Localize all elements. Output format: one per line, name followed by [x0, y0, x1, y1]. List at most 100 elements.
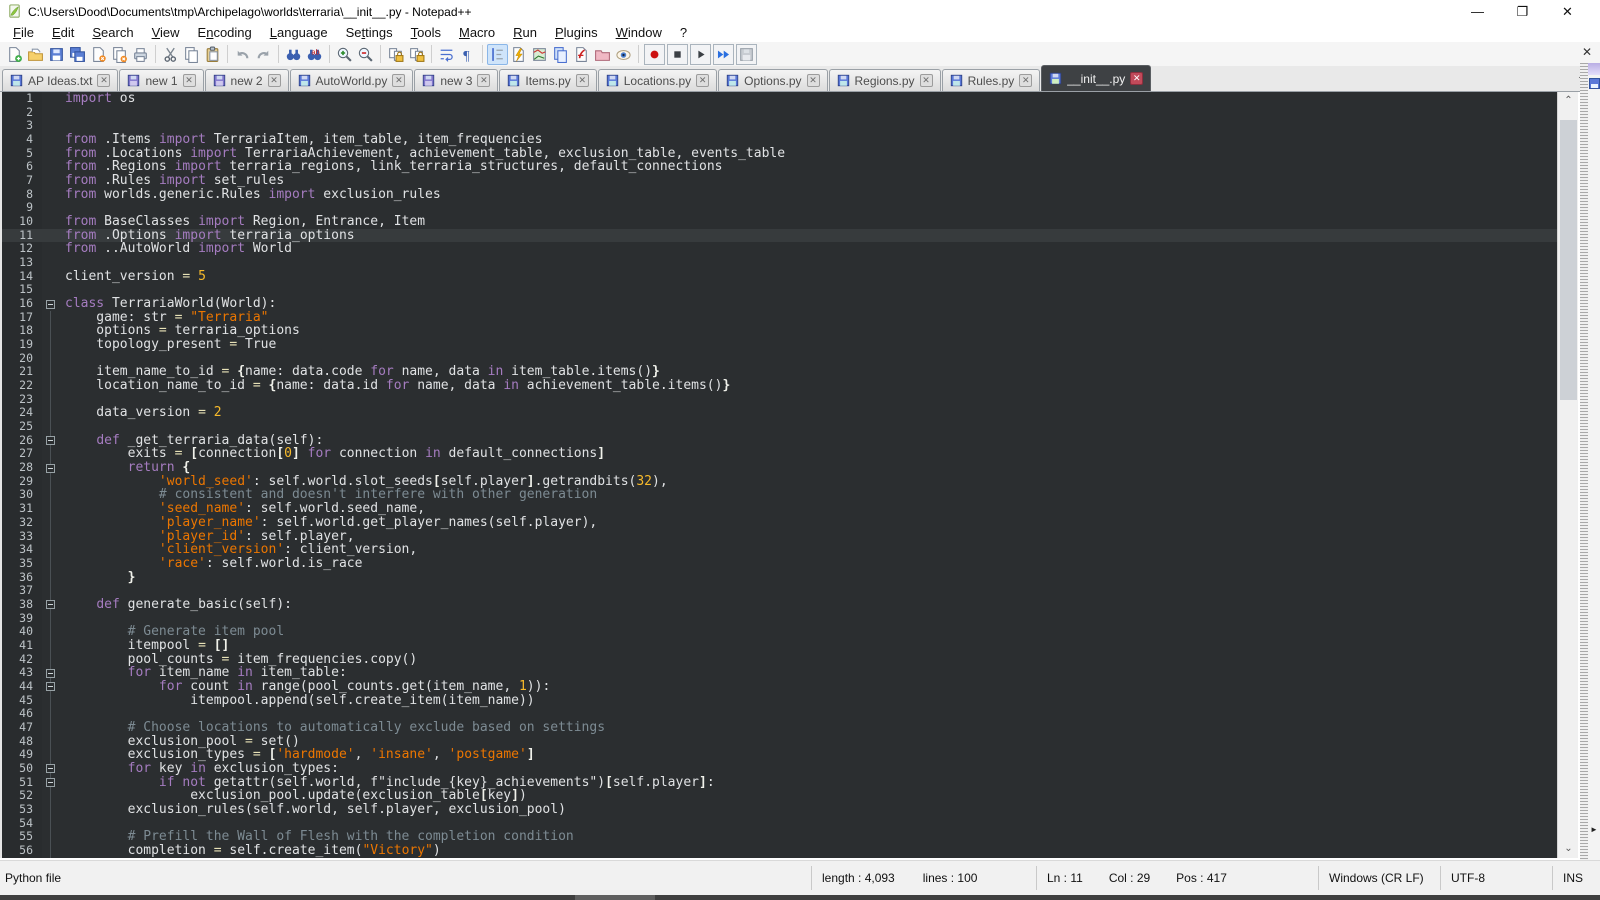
tab-regions-py[interactable]: Regions.py✕	[829, 69, 941, 91]
tab-new-3[interactable]: new 3✕	[414, 69, 498, 91]
menu-item-?[interactable]: ?	[671, 24, 696, 41]
tab-locations-py[interactable]: Locations.py✕	[598, 69, 717, 91]
menu-item-run[interactable]: Run	[504, 24, 546, 41]
document-list-button[interactable]	[550, 44, 571, 65]
editor-line-17[interactable]: 17 game: str = "Terraria"	[2, 311, 1557, 325]
editor-line-21[interactable]: 21 item_name_to_id = {name: data.code fo…	[2, 365, 1557, 379]
menu-item-settings[interactable]: Settings	[337, 24, 402, 41]
editor-line-12[interactable]: 12from ..AutoWorld import World	[2, 242, 1557, 256]
editor-line-49[interactable]: 49 exclusion_types = ['hardmode', 'insan…	[2, 748, 1557, 762]
minimize-button[interactable]: —	[1455, 0, 1500, 23]
tab-options-py[interactable]: Options.py✕	[718, 69, 827, 91]
editor-line-7[interactable]: 7from .Rules import set_rules	[2, 174, 1557, 188]
copy-button[interactable]	[181, 44, 202, 65]
menu-item-window[interactable]: Window	[607, 24, 671, 41]
save-button[interactable]	[46, 44, 67, 65]
vertical-scrollbar[interactable]: ⌃ ⌄	[1557, 92, 1578, 858]
print-button[interactable]	[130, 44, 151, 65]
close-all-button[interactable]	[109, 44, 130, 65]
editor-line-52[interactable]: 52 exclusion_pool.update(exclusion_table…	[2, 789, 1557, 803]
status-insert-mode[interactable]: INS	[1552, 866, 1600, 890]
editor-line-27[interactable]: 27 exits = [connection[0] for connection…	[2, 447, 1557, 461]
tab-close-icon[interactable]: ✕	[392, 74, 405, 87]
editor-line-13[interactable]: 13	[2, 256, 1557, 270]
editor-line-56[interactable]: 56 completion = self.create_item("Victor…	[2, 844, 1557, 858]
editor-line-23[interactable]: 23	[2, 393, 1557, 407]
editor-line-15[interactable]: 15	[2, 283, 1557, 297]
indent-guide-button[interactable]	[487, 44, 508, 65]
fold-collapse-icon[interactable]	[46, 300, 55, 309]
editor-line-29[interactable]: 29 'world_seed': self.world.slot_seeds[s…	[2, 475, 1557, 489]
fold-margin[interactable]	[42, 666, 59, 680]
editor-line-38[interactable]: 38 def generate_basic(self):	[2, 598, 1557, 612]
close-file-button[interactable]	[88, 44, 109, 65]
macro-record-button[interactable]	[644, 44, 665, 65]
fold-margin[interactable]	[42, 776, 59, 790]
tab-close-icon[interactable]: ✕	[576, 74, 589, 87]
redo-button[interactable]	[253, 44, 274, 65]
status-eol-format[interactable]: Windows (CR LF)	[1318, 866, 1440, 890]
scroll-down-icon[interactable]: ⌄	[1558, 840, 1579, 858]
tab-close-icon[interactable]: ✕	[1130, 72, 1143, 85]
editor-line-6[interactable]: 6from .Regions import terraria_regions, …	[2, 160, 1557, 174]
editor-line-41[interactable]: 41 itempool = []	[2, 639, 1557, 653]
editor-line-20[interactable]: 20	[2, 352, 1557, 366]
menu-item-macro[interactable]: Macro	[450, 24, 504, 41]
editor-line-11[interactable]: 11from .Options import terraria_options	[2, 229, 1557, 243]
fold-margin[interactable]	[42, 762, 59, 776]
document-map-button[interactable]	[529, 44, 550, 65]
editor-line-32[interactable]: 32 'player_name': self.world.get_player_…	[2, 516, 1557, 530]
tab-ap-ideas-txt[interactable]: AP Ideas.txt✕	[2, 69, 118, 91]
tab-close-icon[interactable]: ✕	[268, 74, 281, 87]
macro-stop-button[interactable]	[667, 44, 688, 65]
editor-line-34[interactable]: 34 'client_version': client_version,	[2, 543, 1557, 557]
editor-line-51[interactable]: 51 if not getattr(self.world, f"include_…	[2, 776, 1557, 790]
editor-line-54[interactable]: 54	[2, 817, 1557, 831]
editor-line-4[interactable]: 4from .Items import TerrariaItem, item_t…	[2, 133, 1557, 147]
open-file-button[interactable]	[25, 44, 46, 65]
tab-close-icon[interactable]: ✕	[477, 74, 490, 87]
folder-as-workspace-button[interactable]	[592, 44, 613, 65]
editor-line-47[interactable]: 47 # Choose locations to automatically e…	[2, 721, 1557, 735]
editor-line-25[interactable]: 25	[2, 420, 1557, 434]
editor-line-53[interactable]: 53 exclusion_rules(self.world, self.play…	[2, 803, 1557, 817]
save-all-button[interactable]	[67, 44, 88, 65]
tab-close-icon[interactable]: ✕	[696, 74, 709, 87]
editor-line-9[interactable]: 9	[2, 201, 1557, 215]
monitoring-eye-button[interactable]	[613, 44, 634, 65]
editor-line-37[interactable]: 37	[2, 584, 1557, 598]
menu-item-plugins[interactable]: Plugins	[546, 24, 607, 41]
editor-line-16[interactable]: 16class TerrariaWorld(World):	[2, 297, 1557, 311]
new-file-button[interactable]	[4, 44, 25, 65]
find-button[interactable]	[283, 44, 304, 65]
panel-close-x[interactable]: ✕	[1582, 45, 1592, 59]
editor-line-14[interactable]: 14client_version = 5	[2, 270, 1557, 284]
tab-__init__-py[interactable]: __init__.py✕	[1041, 65, 1151, 91]
panel-arrow-icon[interactable]: ►	[1590, 825, 1598, 834]
status-encoding[interactable]: UTF-8	[1440, 866, 1552, 890]
editor-line-18[interactable]: 18 options = terraria_options	[2, 324, 1557, 338]
editor-line-30[interactable]: 30 # consistent and doesn't interfere wi…	[2, 488, 1557, 502]
panel-splitter[interactable]	[1580, 63, 1588, 866]
macro-run-multiple-button[interactable]	[713, 44, 734, 65]
menu-item-edit[interactable]: Edit	[43, 24, 83, 41]
sync-horizontal-button[interactable]	[406, 44, 427, 65]
show-all-characters-button[interactable]: ¶	[457, 44, 478, 65]
editor-line-2[interactable]: 2	[2, 106, 1557, 120]
sync-vertical-button[interactable]	[385, 44, 406, 65]
tab-new-1[interactable]: new 1✕	[119, 69, 203, 91]
editor-line-45[interactable]: 45 itempool.append(self.create_item(item…	[2, 694, 1557, 708]
editor-line-28[interactable]: 28 return {	[2, 461, 1557, 475]
cut-button[interactable]	[160, 44, 181, 65]
editor-line-44[interactable]: 44 for count in range(pool_counts.get(it…	[2, 680, 1557, 694]
fold-collapse-icon[interactable]	[46, 764, 55, 773]
editor-line-35[interactable]: 35 'race': self.world.is_race	[2, 557, 1557, 571]
editor-line-48[interactable]: 48 exclusion_pool = set()	[2, 735, 1557, 749]
editor-line-24[interactable]: 24 data_version = 2	[2, 406, 1557, 420]
fold-margin[interactable]	[42, 598, 59, 612]
paste-button[interactable]	[202, 44, 223, 65]
close-button[interactable]: ✕	[1545, 0, 1590, 23]
editor-line-33[interactable]: 33 'player_id': self.player,	[2, 530, 1557, 544]
menu-item-tools[interactable]: Tools	[402, 24, 450, 41]
editor-line-3[interactable]: 3	[2, 119, 1557, 133]
